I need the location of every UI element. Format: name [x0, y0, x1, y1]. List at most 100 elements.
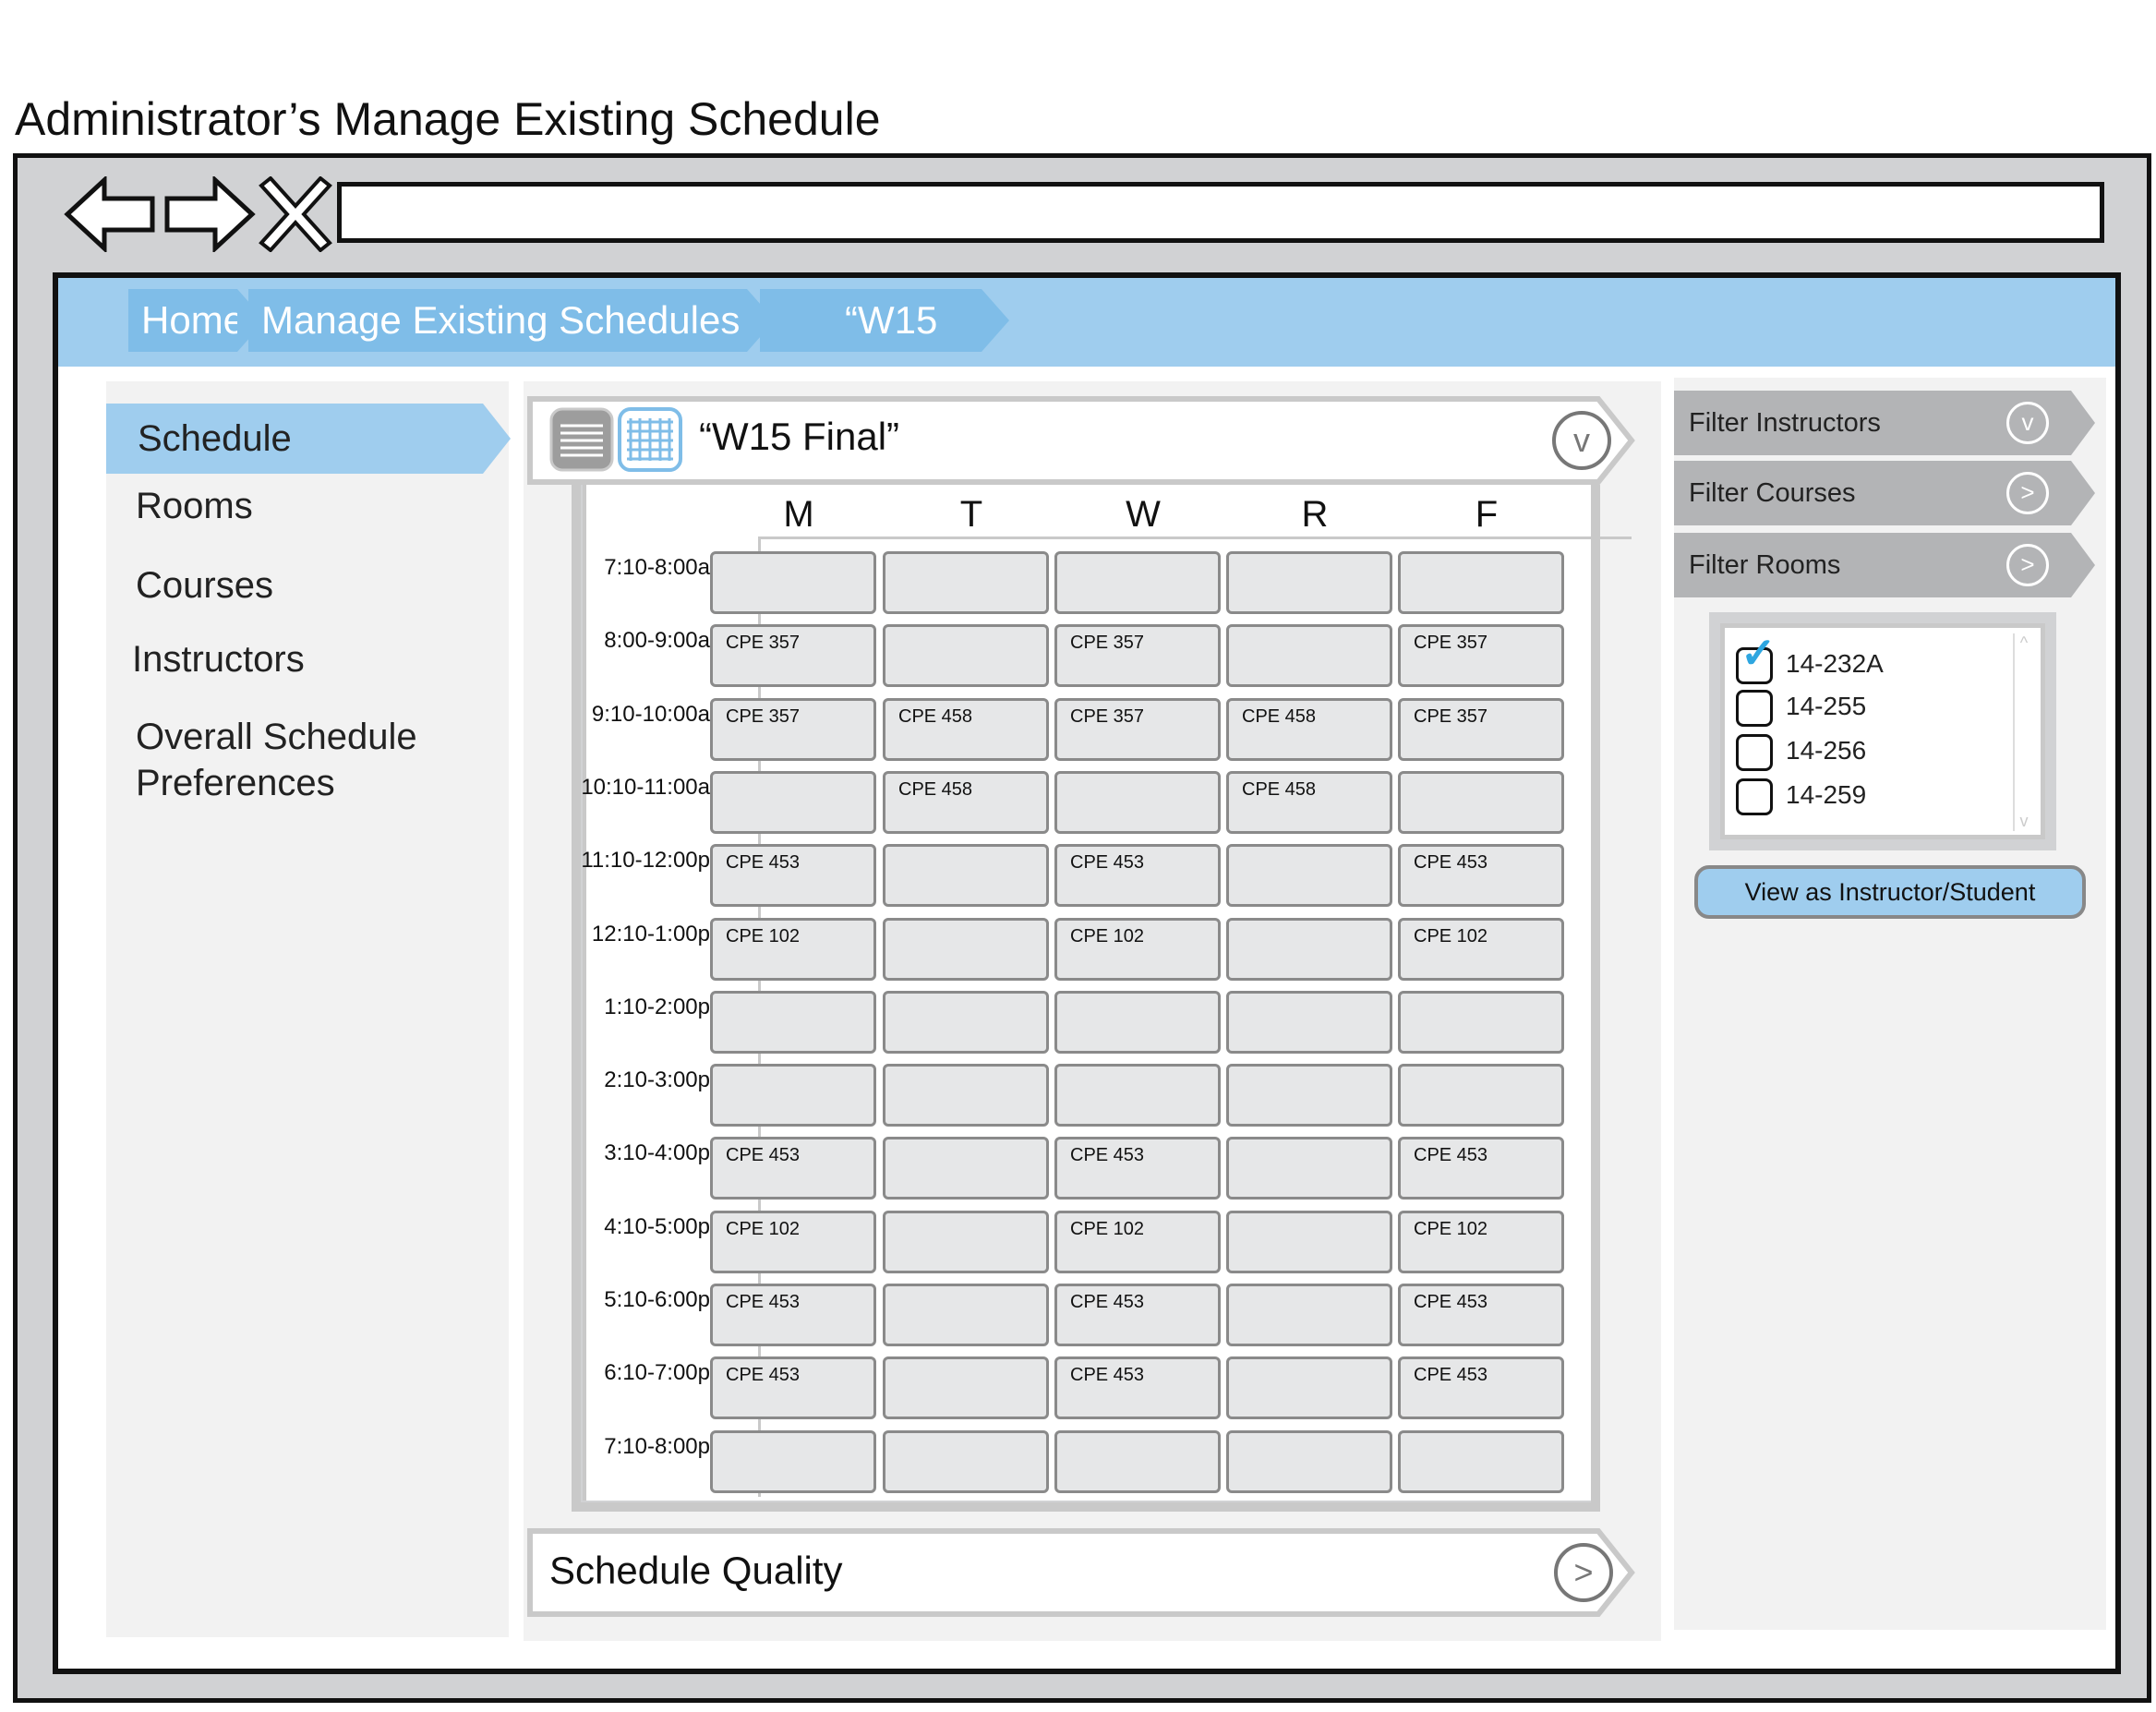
checkbox-checked[interactable]: ✓	[1736, 632, 1777, 684]
view-as-button[interactable]: View as Instructor/Student	[1694, 865, 2086, 919]
schedule-cell[interactable]	[1226, 1064, 1392, 1127]
room-checkbox-item[interactable]: 14-259	[1736, 776, 1866, 815]
chevron-down-icon[interactable]: v	[2006, 402, 2049, 444]
filter-courses[interactable]: Filter Courses >	[1674, 461, 2095, 525]
schedule-cell[interactable]	[1398, 770, 1564, 834]
schedule-cell[interactable]	[1398, 1429, 1564, 1493]
schedule-cell[interactable]	[1398, 1064, 1564, 1127]
schedule-cell[interactable]	[1226, 1284, 1392, 1346]
schedule-cell[interactable]	[1054, 770, 1221, 834]
schedule-cell[interactable]	[883, 917, 1049, 981]
schedule-cell[interactable]	[1398, 990, 1564, 1054]
schedule-cell[interactable]	[710, 770, 876, 834]
sidebar-item-rooms[interactable]: Rooms	[136, 483, 253, 529]
url-bar[interactable]	[337, 182, 2104, 243]
schedule-cell[interactable]	[1398, 551, 1564, 614]
checkbox[interactable]	[1736, 733, 1773, 771]
schedule-cell[interactable]: CPE 453	[710, 1284, 876, 1346]
schedule-cell[interactable]	[883, 624, 1049, 688]
sidebar-item-preferences[interactable]: Overall Schedule Preferences	[136, 714, 417, 806]
schedule-cell[interactable]	[883, 1284, 1049, 1346]
schedule-cell[interactable]: CPE 453	[1398, 1284, 1564, 1346]
schedule-cell[interactable]: CPE 102	[710, 917, 876, 981]
schedule-cell[interactable]	[883, 990, 1049, 1054]
schedule-cell[interactable]: CPE 458	[883, 770, 1049, 834]
breadcrumb-current-schedule[interactable]: “W15 Final”	[760, 289, 1009, 404]
schedule-cell[interactable]	[1054, 551, 1221, 614]
close-x-icon[interactable]	[256, 175, 335, 253]
schedule-cell[interactable]	[883, 1356, 1049, 1420]
schedule-cell[interactable]: CPE 458	[883, 697, 1049, 761]
breadcrumb-home[interactable]: Home	[128, 289, 265, 352]
schedule-cell[interactable]: CPE 357	[710, 697, 876, 761]
filter-instructors[interactable]: Filter Instructors v	[1674, 391, 2095, 455]
schedule-cell[interactable]	[1226, 1137, 1392, 1200]
back-arrow-icon[interactable]	[64, 175, 156, 254]
schedule-cell[interactable]: CPE 357	[1398, 624, 1564, 688]
schedule-cell[interactable]	[1226, 551, 1392, 614]
schedule-cell[interactable]	[710, 1429, 876, 1493]
schedule-cell[interactable]	[1054, 1064, 1221, 1127]
scroll-up-icon[interactable]: ^	[2015, 633, 2033, 653]
chevron-down-icon[interactable]: v	[1552, 411, 1611, 470]
schedule-cell[interactable]: CPE 458	[1226, 697, 1392, 761]
schedule-cell[interactable]: CPE 102	[1398, 1210, 1564, 1273]
list-view-icon[interactable]	[549, 407, 614, 472]
schedule-cell[interactable]	[1226, 917, 1392, 981]
chevron-right-icon[interactable]: >	[2006, 472, 2049, 514]
schedule-cell[interactable]: CPE 102	[710, 1210, 876, 1273]
forward-arrow-icon[interactable]	[163, 175, 256, 254]
sidebar-item-schedule[interactable]: Schedule	[106, 404, 511, 474]
schedule-cell[interactable]: CPE 357	[1054, 624, 1221, 688]
schedule-cell[interactable]	[1226, 1210, 1392, 1273]
filter-rooms[interactable]: Filter Rooms >	[1674, 533, 2095, 597]
scroll-down-icon[interactable]: v	[2015, 812, 2033, 831]
schedule-cell[interactable]	[1054, 990, 1221, 1054]
room-checkbox-item[interactable]: 14-256	[1736, 731, 1866, 771]
schedule-cell[interactable]: CPE 102	[1398, 917, 1564, 981]
calendar-grid-icon[interactable]	[618, 407, 682, 472]
room-checkbox-item[interactable]: 14-255	[1736, 687, 1866, 727]
schedule-cell[interactable]	[1226, 1429, 1392, 1493]
schedule-cell[interactable]: CPE 458	[1226, 770, 1392, 834]
chevron-right-icon[interactable]: >	[2006, 544, 2049, 586]
sidebar-item-instructors[interactable]: Instructors	[132, 636, 305, 682]
schedule-cell[interactable]	[710, 990, 876, 1054]
checkbox[interactable]	[1736, 689, 1773, 727]
schedule-cell[interactable]: CPE 453	[1054, 1137, 1221, 1200]
schedule-cell[interactable]	[883, 1137, 1049, 1200]
checkbox[interactable]	[1736, 778, 1773, 815]
schedule-cell[interactable]	[710, 551, 876, 614]
schedule-cell[interactable]	[1226, 844, 1392, 908]
schedule-quality-header[interactable]: Schedule Quality >	[527, 1528, 1635, 1617]
sidebar-item-courses[interactable]: Courses	[136, 562, 273, 609]
schedule-cell[interactable]: CPE 357	[1398, 697, 1564, 761]
breadcrumb-manage-schedules[interactable]: Manage Existing Schedules	[248, 289, 775, 352]
schedule-cell[interactable]	[1226, 624, 1392, 688]
schedule-cell[interactable]	[1226, 990, 1392, 1054]
schedule-cell[interactable]	[883, 844, 1049, 908]
schedule-cell[interactable]	[883, 1210, 1049, 1273]
schedule-cell[interactable]: CPE 102	[1054, 1210, 1221, 1273]
schedule-cell[interactable]	[1226, 1356, 1392, 1420]
schedule-cell[interactable]	[710, 1064, 876, 1127]
schedule-cell[interactable]: CPE 453	[1398, 1356, 1564, 1420]
room-checkbox-item[interactable]: ✓ 14-232A	[1736, 632, 1884, 684]
schedule-cell[interactable]: CPE 453	[1054, 844, 1221, 908]
schedule-cell[interactable]: CPE 453	[1054, 1356, 1221, 1420]
schedule-cell[interactable]: CPE 102	[1054, 917, 1221, 981]
scrollbar[interactable]: ^ v	[2013, 633, 2033, 831]
schedule-cell[interactable]: CPE 453	[710, 1356, 876, 1420]
schedule-cell[interactable]: CPE 357	[1054, 697, 1221, 761]
schedule-cell[interactable]	[883, 551, 1049, 614]
schedule-cell[interactable]: CPE 453	[710, 1137, 876, 1200]
schedule-cell[interactable]: CPE 453	[710, 844, 876, 908]
schedule-cell[interactable]	[883, 1064, 1049, 1127]
schedule-cell[interactable]: CPE 453	[1398, 844, 1564, 908]
schedule-cell[interactable]: CPE 357	[710, 624, 876, 688]
schedule-cell[interactable]	[883, 1429, 1049, 1493]
chevron-right-icon[interactable]: >	[1554, 1543, 1613, 1602]
schedule-cell[interactable]	[1054, 1429, 1221, 1493]
schedule-cell[interactable]: CPE 453	[1398, 1137, 1564, 1200]
schedule-cell[interactable]: CPE 453	[1054, 1284, 1221, 1346]
